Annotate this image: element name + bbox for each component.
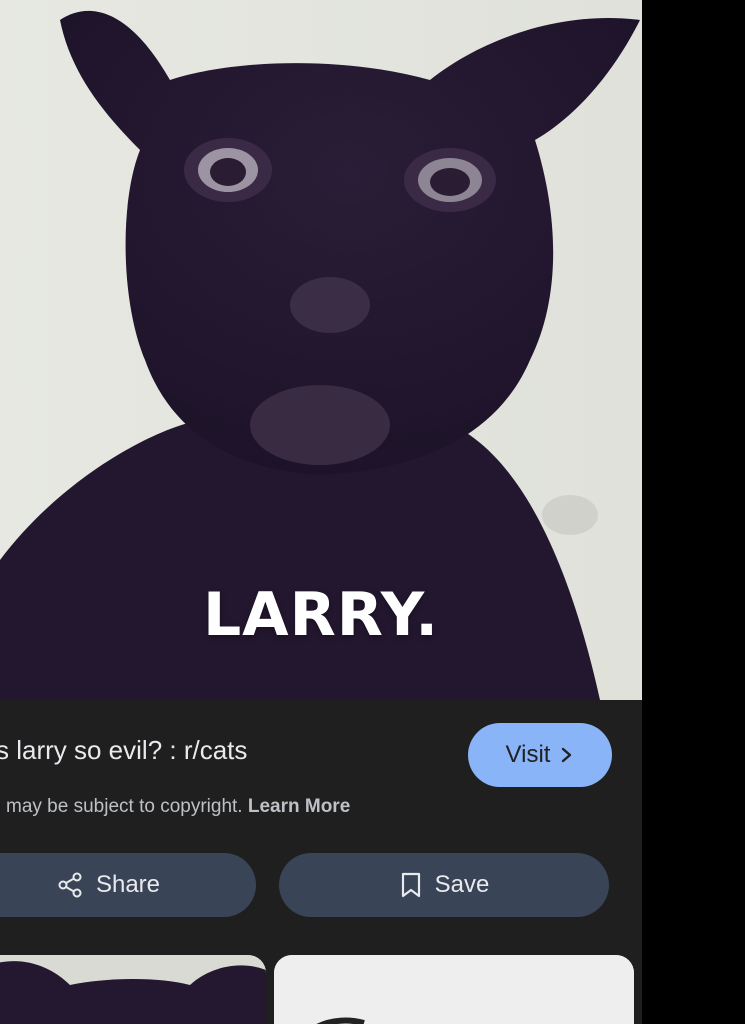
related-image-thumbnail[interactable] — [274, 955, 634, 1024]
save-button[interactable]: Save — [279, 853, 609, 917]
visit-button[interactable]: Visit — [468, 723, 612, 787]
share-icon — [58, 872, 82, 898]
save-label: Save — [434, 871, 490, 898]
result-title[interactable]: s larry so evil? : r/cats — [0, 735, 247, 766]
thumbnail-image — [274, 955, 634, 1024]
copyright-text: may be subject to copyright. — [6, 796, 243, 817]
meme-caption: LARRY. — [202, 580, 440, 650]
share-button[interactable]: Share — [0, 853, 256, 917]
cat-thumbnail — [0, 955, 266, 1024]
chevron-right-icon — [562, 747, 572, 763]
bookmark-icon — [401, 872, 420, 898]
copyright-notice: may be subject to copyright. Learn More — [6, 796, 350, 818]
image-preview-panel: LARRY. s larry so evil? : r/cats Visit m… — [0, 0, 642, 1024]
visit-label: Visit — [505, 741, 551, 768]
preview-image[interactable]: LARRY. — [0, 0, 642, 700]
learn-more-link[interactable]: Learn More — [248, 796, 350, 817]
share-label: Share — [95, 871, 161, 898]
related-image-thumbnail[interactable] — [0, 955, 266, 1024]
